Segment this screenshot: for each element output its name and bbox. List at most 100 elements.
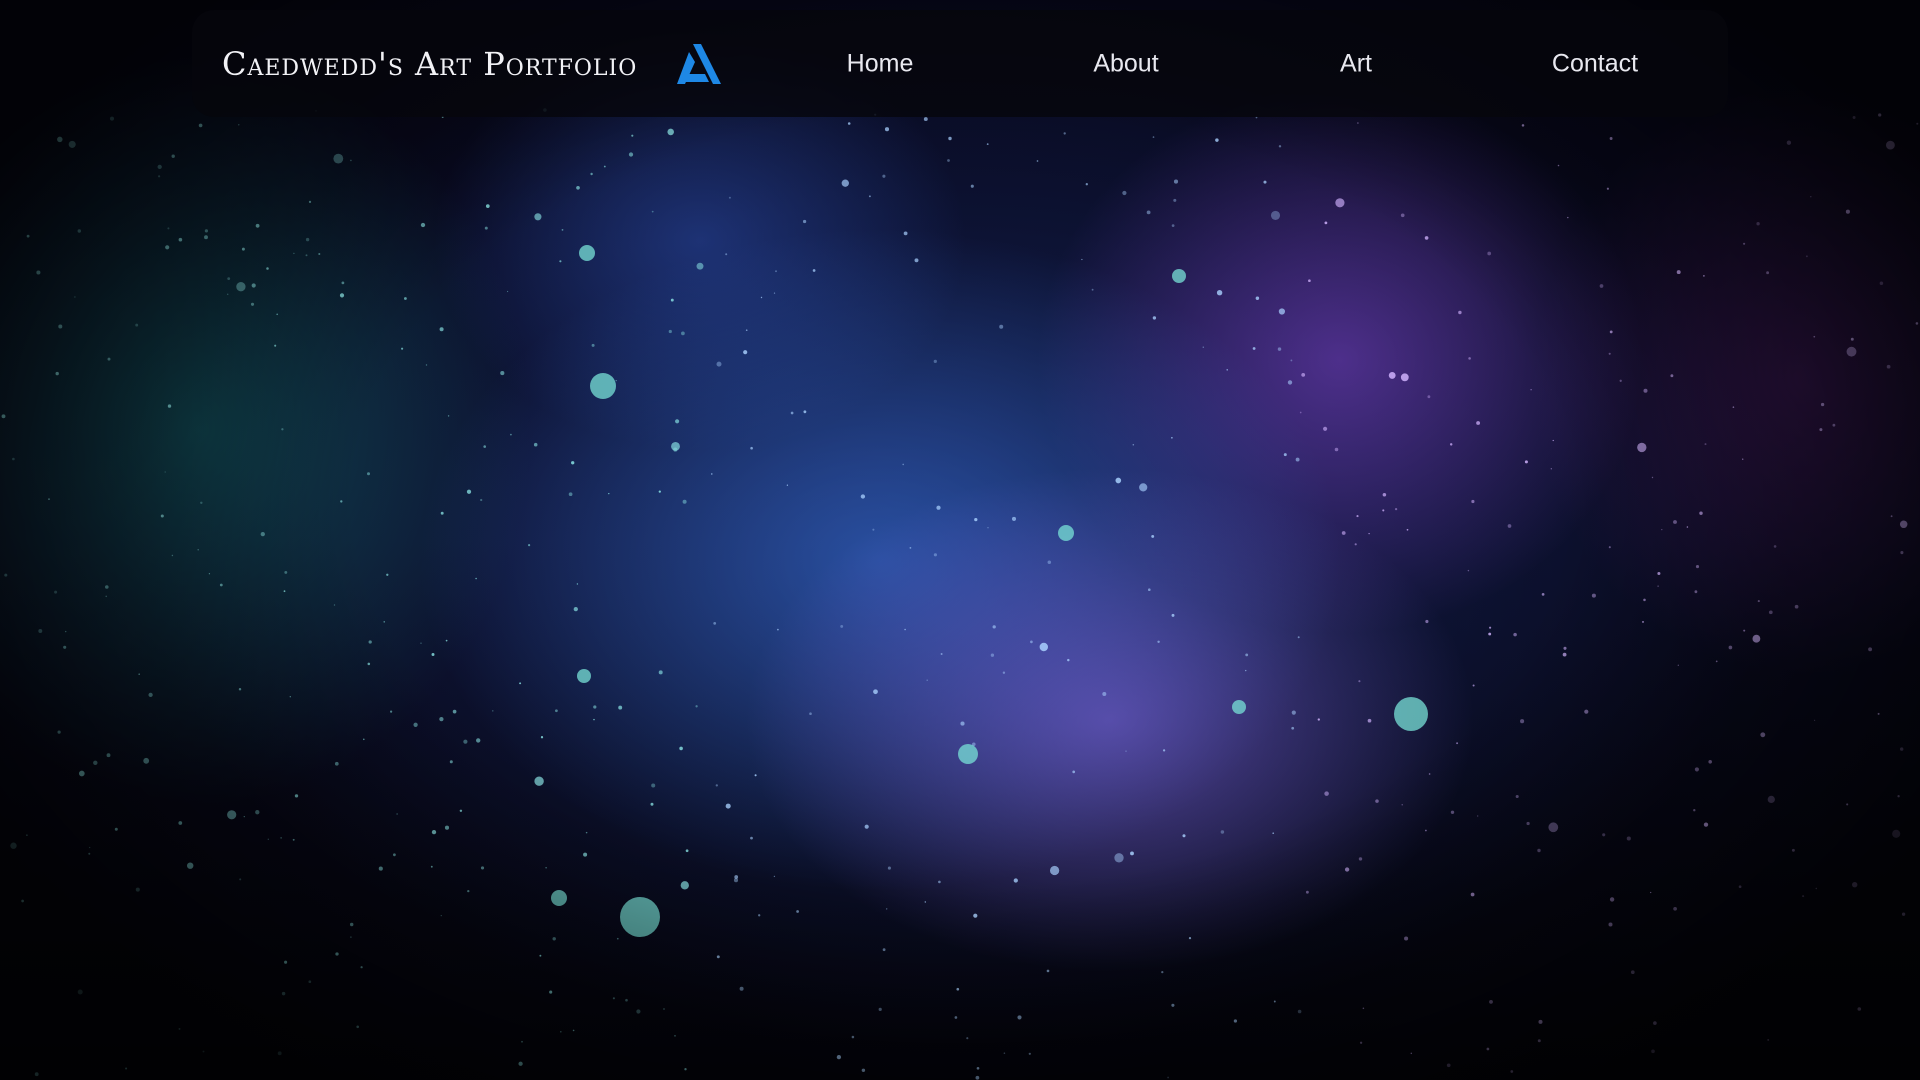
- star: [1472, 684, 1475, 687]
- star: [1233, 1019, 1238, 1023]
- star: [165, 245, 170, 250]
- star: [492, 710, 494, 712]
- star: [1584, 709, 1589, 714]
- star: [1085, 183, 1088, 186]
- star: [164, 471, 166, 473]
- star: [143, 757, 150, 764]
- star: [1643, 598, 1646, 602]
- star: [93, 760, 98, 765]
- star: [1846, 346, 1857, 357]
- star: [1220, 830, 1225, 834]
- star: [1609, 137, 1613, 140]
- star: [1067, 658, 1070, 662]
- nav-home-link[interactable]: Home: [847, 49, 914, 78]
- star: [48, 498, 50, 500]
- star: [773, 292, 776, 294]
- star: [10, 842, 17, 849]
- star: [251, 283, 256, 288]
- star: [1394, 507, 1398, 511]
- star: [1486, 1047, 1490, 1051]
- star: [1182, 834, 1186, 838]
- star: [208, 573, 211, 575]
- star: [1732, 406, 1735, 408]
- star: [202, 1050, 205, 1053]
- star: [1515, 794, 1519, 799]
- star: [158, 175, 161, 178]
- nav-contact-link[interactable]: Contact: [1552, 49, 1638, 78]
- brand[interactable]: Caedwedd's Art Portfolio: [222, 43, 777, 84]
- star: [1857, 1007, 1862, 1011]
- star: [243, 815, 245, 818]
- star: [1226, 369, 1228, 371]
- nav-about-link[interactable]: About: [1093, 49, 1158, 78]
- star: [1467, 569, 1470, 572]
- bokeh-light: [1172, 269, 1186, 283]
- star: [1401, 804, 1403, 806]
- star: [178, 237, 183, 242]
- star: [576, 583, 579, 585]
- star: [974, 517, 978, 522]
- star: [1619, 379, 1622, 382]
- star: [1643, 388, 1648, 393]
- star: [219, 583, 223, 587]
- star: [12, 457, 15, 461]
- bokeh-light: [1058, 525, 1074, 541]
- star: [1661, 528, 1663, 531]
- star: [841, 179, 849, 187]
- star: [1743, 242, 1746, 245]
- star: [975, 1075, 980, 1080]
- star: [89, 846, 91, 849]
- star: [335, 952, 339, 956]
- star: [1375, 799, 1379, 803]
- star: [1743, 629, 1746, 632]
- star: [1900, 551, 1904, 555]
- star: [1470, 892, 1475, 897]
- star: [276, 313, 279, 316]
- site-title[interactable]: Caedwedd's Art Portfolio: [222, 45, 637, 83]
- star: [77, 229, 82, 233]
- star: [923, 117, 928, 122]
- star: [430, 865, 433, 868]
- star: [773, 875, 776, 878]
- star: [713, 622, 717, 625]
- star: [933, 553, 937, 557]
- star: [809, 712, 812, 716]
- star: [350, 936, 352, 938]
- star: [227, 293, 229, 295]
- top-navbar: Caedwedd's Art Portfolio Home About Art …: [192, 10, 1728, 117]
- nav-art-link[interactable]: Art: [1340, 49, 1372, 78]
- star: [902, 463, 904, 466]
- star: [480, 866, 485, 870]
- star: [106, 753, 111, 758]
- star: [1609, 330, 1613, 334]
- star: [775, 270, 777, 273]
- star: [1425, 619, 1429, 624]
- star: [1335, 198, 1345, 208]
- star: [1367, 718, 1372, 723]
- star: [1657, 585, 1659, 587]
- star: [1424, 236, 1429, 240]
- star: [625, 998, 628, 1002]
- star: [987, 527, 989, 529]
- star: [561, 229, 564, 231]
- star: [1742, 458, 1744, 460]
- star: [1295, 457, 1300, 462]
- star: [559, 260, 562, 263]
- stylized-a-logo-icon[interactable]: [675, 43, 722, 84]
- star: [393, 853, 396, 857]
- star: [1814, 719, 1816, 721]
- star: [390, 710, 393, 713]
- star: [178, 1027, 181, 1030]
- star: [1810, 195, 1812, 198]
- star: [1852, 882, 1858, 888]
- star: [518, 1061, 523, 1066]
- star: [1152, 316, 1157, 320]
- star: [58, 324, 63, 329]
- star: [1802, 895, 1805, 898]
- star: [26, 834, 28, 836]
- star: [840, 624, 844, 628]
- star: [444, 825, 450, 830]
- star: [1215, 138, 1219, 142]
- star: [1885, 140, 1895, 150]
- star: [1892, 829, 1901, 838]
